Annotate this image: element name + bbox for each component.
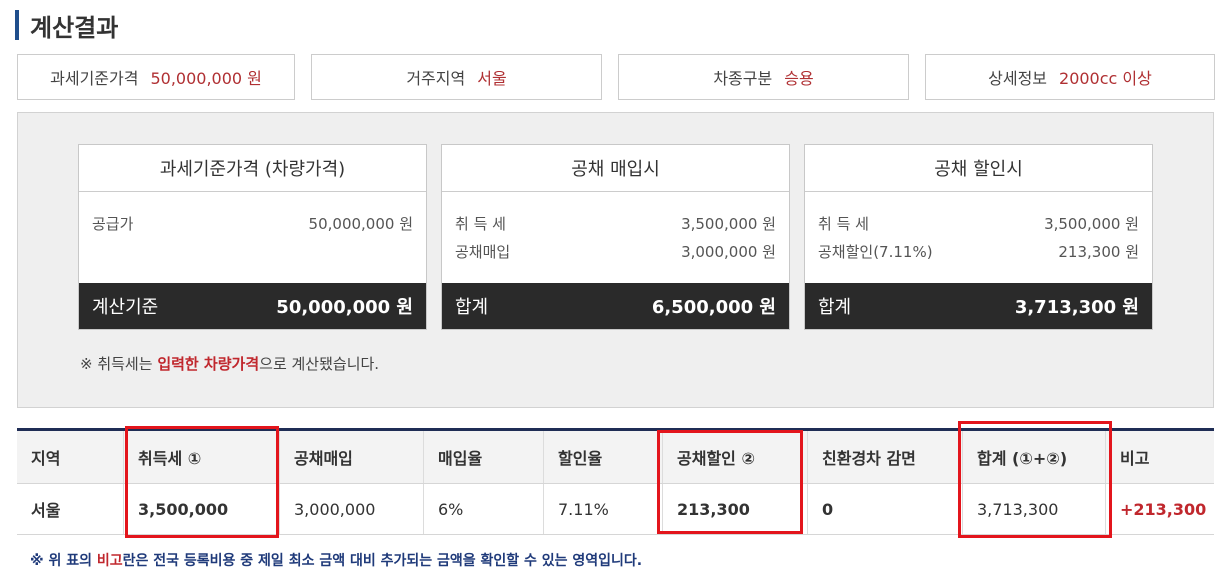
card-body: 취 득 세 3,500,000 원 공채할인(7.11%) 213,300 원 [805,192,1152,286]
card-body: 공급가 50,000,000 원 [79,192,426,286]
row-label: 공급가 [92,215,134,233]
card-row: 공채할인(7.11%) 213,300 원 [818,238,1139,266]
card-title: 과세기준가격 (차량가격) [79,145,426,192]
header-purchase-rate: 매입율 [424,431,544,483]
info-vehicle-type: 차종구분 승용 [618,54,909,100]
card-row: 취 득 세 3,500,000 원 [455,210,776,238]
card-row: 공급가 50,000,000 원 [92,210,413,238]
cell-purchase-rate: 6% [424,484,544,534]
info-region: 거주지역 서울 [311,54,602,100]
row-value: 3,500,000 원 [681,215,776,233]
cell-remark: +213,300 [1120,499,1207,519]
card-bond-discount: 공채 할인시 취 득 세 3,500,000 원 공채할인(7.11%) 213… [804,144,1153,330]
row-label: 공채할인(7.11%) [818,243,933,261]
header-eco-reduction: 친환경차 감면 [808,431,963,483]
card-body: 취 득 세 3,500,000 원 공채매입 3,000,000 원 [442,192,789,286]
cell-discount-rate: 7.11% [544,484,663,534]
info-label: 차종구분 [713,69,773,88]
info-label: 과세기준가격 [50,69,139,88]
card-total: 합계 3,713,300 원 [805,283,1152,329]
table-footnote: ※ 위 표의 비고란은 전국 등록비용 중 제일 최소 금액 대비 추가되는 금… [30,550,642,570]
total-label: 합계 [818,297,852,318]
row-label: 취 득 세 [818,215,869,233]
total-value: 6,500,000 원 [651,297,776,318]
info-value: 승용 [784,69,814,88]
header-region: 지역 [17,431,124,483]
cell-eco-reduction: 0 [808,484,963,534]
info-value: 서울 [477,69,507,88]
info-tax-base: 과세기준가격 50,000,000 원 [17,54,295,100]
info-label: 거주지역 [406,69,466,88]
header-discount-rate: 할인율 [544,431,663,483]
card-total: 합계 6,500,000 원 [442,283,789,329]
footnote-suffix: 란은 전국 등록비용 중 제일 최소 금액 대비 추가되는 금액을 확인할 수 … [122,553,643,569]
note-prefix: ※ 취득세는 [80,355,158,373]
page-title: 계산결과 [30,14,119,42]
row-value: 3,500,000 원 [1044,215,1139,233]
footnote-highlight: 비고 [96,553,123,569]
row-value: 3,000,000 원 [681,243,776,261]
info-value: 2000cc 이상 [1059,69,1152,88]
highlight-box-bond-discount [657,430,803,534]
highlight-box-total [958,421,1112,538]
note-suffix: 으로 계산됐습니다. [259,355,380,373]
card-title: 공채 매입시 [442,145,789,192]
info-label: 상세정보 [988,69,1048,88]
info-detail: 상세정보 2000cc 이상 [925,54,1215,100]
note-highlight: 입력한 차량가격 [157,355,260,373]
total-value: 3,713,300 원 [1014,297,1139,318]
header-remark: 비고 [1120,449,1150,468]
row-label: 공채매입 [455,243,511,261]
header-bond-purchase: 공채매입 [280,431,424,483]
highlight-box-acquisition-tax [125,426,279,538]
cell-region: 서울 [17,484,124,534]
row-value: 50,000,000 원 [308,215,413,233]
card-bond-purchase: 공채 매입시 취 득 세 3,500,000 원 공채매입 3,000,000 … [441,144,790,330]
footnote-prefix: ※ 위 표의 [30,553,97,569]
card-row: 공채매입 3,000,000 원 [455,238,776,266]
row-value: 213,300 원 [1058,243,1139,261]
cell-bond-purchase: 3,000,000 [280,484,424,534]
total-label: 계산기준 [92,297,159,318]
card-row: 취 득 세 3,500,000 원 [818,210,1139,238]
total-value: 50,000,000 원 [276,297,413,318]
card-tax-base: 과세기준가격 (차량가격) 공급가 50,000,000 원 계산기준 50,0… [78,144,427,330]
total-label: 합계 [455,297,489,318]
title-accent-bar [15,10,19,40]
row-label: 취 득 세 [455,215,506,233]
card-total: 계산기준 50,000,000 원 [79,283,426,329]
calculation-note: ※ 취득세는 입력한 차량가격으로 계산됐습니다. [80,353,379,374]
info-value: 50,000,000 원 [150,69,262,88]
card-title: 공채 할인시 [805,145,1152,192]
